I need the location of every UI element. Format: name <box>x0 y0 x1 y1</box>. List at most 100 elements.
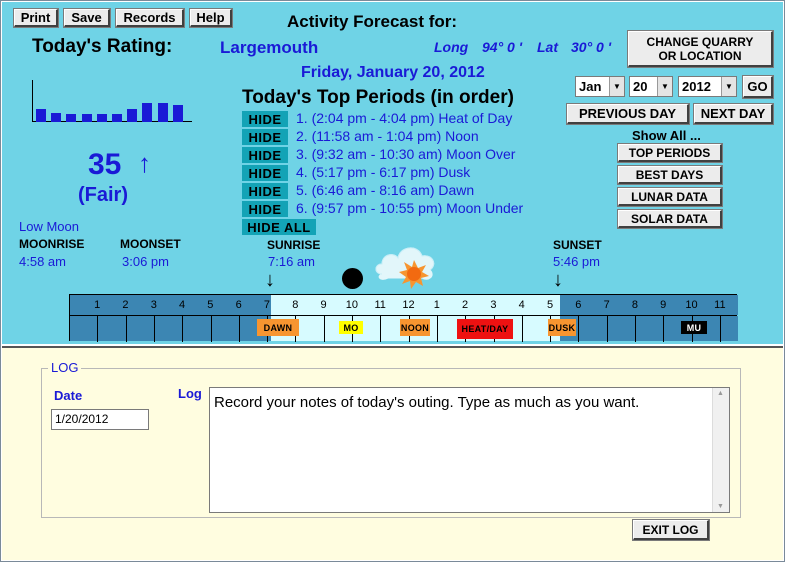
date-label: Date <box>54 388 83 403</box>
hour-tick <box>127 316 155 342</box>
day-select[interactable]: 20 ▼ <box>629 76 673 97</box>
help-button[interactable]: Help <box>189 8 233 28</box>
sunrise-label: SUNRISE <box>267 238 321 252</box>
lat-label: Lat <box>537 39 558 55</box>
previous-day-button[interactable]: PREVIOUS DAY <box>566 103 690 125</box>
month-value: Jan <box>579 79 602 94</box>
moonrise-label: MOONRISE <box>19 237 85 251</box>
hour-tick <box>155 316 184 342</box>
hour-tick <box>183 316 212 342</box>
sunrise-arrow-icon: ↓ <box>265 269 275 291</box>
rating-bar <box>51 113 62 122</box>
period-item-6: 6. (9:57 pm - 10:55 pm) Moon Under <box>296 200 524 216</box>
hour-label: 1 <box>94 299 101 311</box>
heat-of-day-event: HEAT/DAY <box>457 319 513 339</box>
top-periods-button[interactable]: TOP PERIODS <box>617 143 723 163</box>
hour-label: 9 <box>320 299 327 311</box>
exit-log-button[interactable]: EXIT LOG <box>632 519 710 541</box>
hour-label: 6 <box>235 299 242 311</box>
rating-bar <box>81 114 92 122</box>
hour-tick <box>296 316 325 342</box>
chevron-down-icon: ▼ <box>721 77 736 96</box>
go-button[interactable]: GO <box>742 75 774 99</box>
hour-label: 10 <box>345 299 358 311</box>
lunar-data-button[interactable]: LUNAR DATA <box>617 187 723 207</box>
sunset-arrow-icon: ↓ <box>553 269 563 291</box>
hour-tick <box>636 316 665 342</box>
hour-label: 1 <box>433 299 440 311</box>
period-item-2: 2. (11:58 am - 1:04 pm) Noon <box>296 128 479 144</box>
hour-tick <box>212 316 240 342</box>
hour-label: 11 <box>714 299 726 311</box>
hide-button-6[interactable]: HIDE <box>242 201 288 217</box>
month-select[interactable]: Jan ▼ <box>575 76 625 97</box>
chevron-down-icon: ▼ <box>609 77 624 96</box>
next-day-button[interactable]: NEXT DAY <box>693 103 774 125</box>
forecast-date: Friday, January 20, 2012 <box>301 64 485 81</box>
top-periods-heading: Today's Top Periods (in order) <box>242 87 514 108</box>
lat-value: 30° 0 ' <box>571 39 612 55</box>
hide-button-4[interactable]: HIDE <box>242 165 288 181</box>
sunset-label: SUNSET <box>553 238 602 252</box>
hide-button-2[interactable]: HIDE <box>242 129 288 145</box>
date-field[interactable]: 1/20/2012 <box>51 409 149 430</box>
rating-label: Today's Rating: <box>32 36 173 57</box>
moonrise-time: 4:58 am <box>19 254 66 269</box>
moonset-label: MOONSET <box>120 237 181 251</box>
year-value: 2012 <box>682 79 711 94</box>
forecast-title: Activity Forecast for: <box>287 12 458 31</box>
scroll-up-icon[interactable]: ▲ <box>717 390 724 397</box>
long-label: Long <box>434 39 469 55</box>
hour-label: 10 <box>685 299 698 311</box>
hour-label: 6 <box>575 299 582 311</box>
hide-button-5[interactable]: HIDE <box>242 183 288 199</box>
hourly-timeline: 1 2 3 4 5 6 7 8 9 10 11 12 1 2 3 4 5 6 7 8 9 10 11 DAWN MO NOO… <box>69 294 738 342</box>
rating-bar <box>127 109 138 122</box>
scroll-down-icon[interactable]: ▼ <box>717 503 724 510</box>
hour-label: 2 <box>122 299 129 311</box>
log-label: Log <box>178 386 202 401</box>
hour-label: 7 <box>603 299 610 311</box>
rating-bar <box>172 105 183 122</box>
log-notes-text: Record your notes of today's outing. Typ… <box>214 394 640 411</box>
hour-label: 4 <box>178 299 186 311</box>
log-panel: LOG Date 1/20/2012 Log Record your notes… <box>2 346 783 560</box>
hour-label: 5 <box>207 299 214 311</box>
hour-tick <box>98 316 127 342</box>
rating-bar <box>96 114 107 122</box>
day-value: 20 <box>633 79 648 94</box>
period-item-4: 4. (5:17 pm - 6:17 pm) Dusk <box>296 164 471 180</box>
hide-button-1[interactable]: HIDE <box>242 111 288 127</box>
log-group-title: LOG <box>48 360 82 375</box>
chevron-down-icon: ▼ <box>657 77 672 96</box>
year-select[interactable]: 2012 ▼ <box>678 76 737 97</box>
save-button[interactable]: Save <box>63 8 111 28</box>
hide-button-3[interactable]: HIDE <box>242 147 288 163</box>
log-notes-textarea[interactable]: Record your notes of today's outing. Typ… <box>209 387 730 513</box>
hide-all-button[interactable]: HIDE ALL <box>242 219 316 235</box>
hour-label: 3 <box>490 299 497 311</box>
hour-label: 5 <box>546 299 554 311</box>
best-days-button[interactable]: BEST DAYS <box>617 165 723 185</box>
hour-label: 4 <box>518 299 525 311</box>
change-location-button[interactable]: CHANGE QUARRY OR LOCATION <box>627 30 774 68</box>
trend-up-icon: ↑ <box>138 148 151 178</box>
hour-label: 3 <box>150 299 157 311</box>
print-button[interactable]: Print <box>13 8 59 28</box>
hour-tick <box>579 316 608 342</box>
records-button[interactable]: Records <box>115 8 185 28</box>
moon-over-event: MO <box>339 321 363 334</box>
hour-tick <box>608 316 637 342</box>
timeline-events-row: DAWN MO NOON HEAT/DAY DUSK MU <box>70 315 738 342</box>
rating-quality: (Fair) <box>78 184 128 206</box>
hour-label: 9 <box>660 299 667 311</box>
rating-bar <box>112 114 122 122</box>
log-scrollbar[interactable]: ▲ ▼ <box>712 388 729 512</box>
moon-icon <box>342 268 363 289</box>
noon-event: NOON <box>400 319 430 336</box>
rating-bar <box>36 109 46 122</box>
timeline-hours-row: 1 2 3 4 5 6 7 8 9 10 11 12 1 2 3 4 5 6 7 8 9 10 11 <box>70 295 738 315</box>
dusk-event: DUSK <box>548 319 576 336</box>
solar-data-button[interactable]: SOLAR DATA <box>617 209 723 229</box>
dawn-event: DAWN <box>257 319 299 336</box>
